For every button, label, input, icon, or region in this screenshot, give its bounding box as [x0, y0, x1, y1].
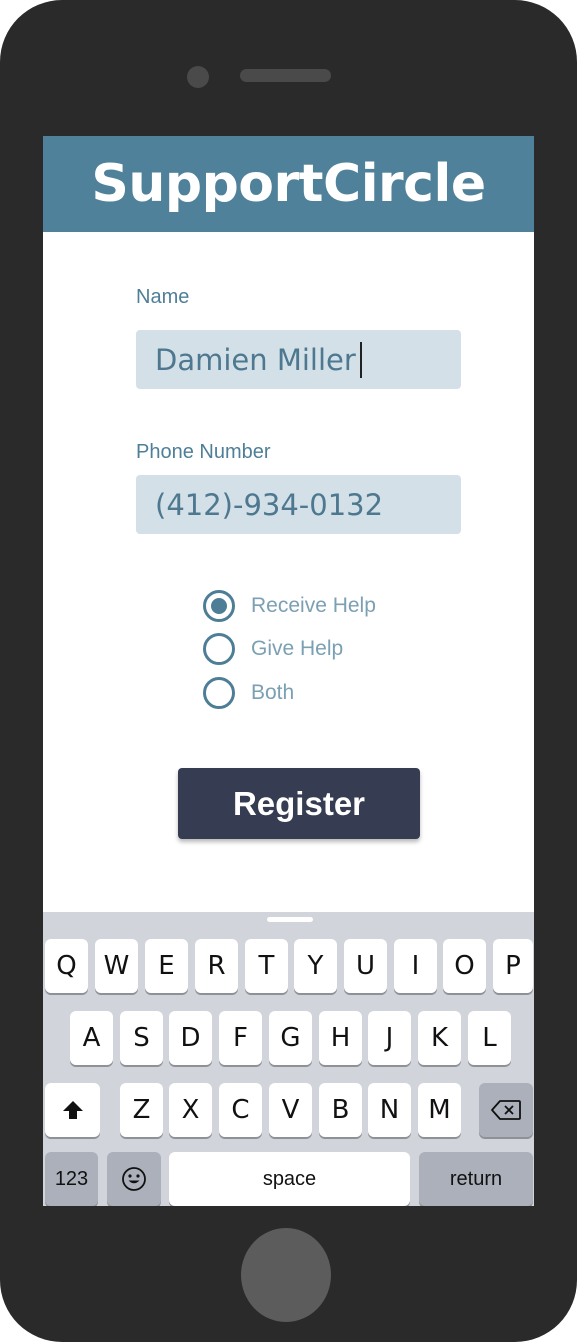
key-u[interactable]: U	[344, 939, 387, 993]
key-k[interactable]: K	[418, 1011, 461, 1065]
name-field[interactable]: Damien Miller	[136, 330, 461, 389]
key-v[interactable]: V	[269, 1083, 312, 1137]
phone-label: Phone Number	[136, 441, 271, 463]
radio-give-help[interactable]: Give Help	[203, 633, 343, 665]
radio-receive-help[interactable]: Receive Help	[203, 590, 376, 622]
key-i[interactable]: I	[394, 939, 437, 993]
radio-button[interactable]	[203, 633, 235, 665]
key-d[interactable]: D	[169, 1011, 212, 1065]
phone-frame: SupportCircle Name Damien Miller Phone N…	[0, 0, 577, 1342]
register-button[interactable]: Register	[178, 768, 420, 839]
key-h[interactable]: H	[319, 1011, 362, 1065]
home-button[interactable]	[241, 1228, 331, 1322]
app-title: SupportCircle	[91, 154, 486, 214]
radio-button[interactable]	[203, 677, 235, 709]
radio-label-receive-help: Receive Help	[251, 594, 376, 617]
emoji-key[interactable]	[107, 1152, 161, 1206]
numbers-key[interactable]: 123	[45, 1152, 98, 1206]
camera-icon	[187, 66, 209, 88]
backspace-icon	[491, 1100, 521, 1120]
emoji-icon	[122, 1167, 146, 1191]
radio-button-checked[interactable]	[203, 590, 235, 622]
phone-value: (412)-934-0132	[155, 487, 384, 522]
key-n[interactable]: N	[368, 1083, 411, 1137]
app-header: SupportCircle	[43, 136, 534, 232]
shift-key[interactable]	[45, 1083, 100, 1137]
key-s[interactable]: S	[120, 1011, 163, 1065]
radio-label-give-help: Give Help	[251, 637, 344, 660]
key-y[interactable]: Y	[294, 939, 337, 993]
key-m[interactable]: M	[418, 1083, 461, 1137]
space-key[interactable]: space	[169, 1152, 410, 1206]
key-r[interactable]: R	[195, 939, 238, 993]
key-t[interactable]: T	[245, 939, 288, 993]
key-p[interactable]: P	[493, 939, 533, 993]
key-f[interactable]: F	[219, 1011, 262, 1065]
phone-field[interactable]: (412)-934-0132	[136, 475, 461, 534]
key-z[interactable]: Z	[120, 1083, 163, 1137]
key-x[interactable]: X	[169, 1083, 212, 1137]
key-j[interactable]: J	[368, 1011, 411, 1065]
speaker-grille	[240, 69, 331, 82]
key-q[interactable]: Q	[45, 939, 88, 993]
name-value: Damien Miller	[155, 342, 356, 377]
key-l[interactable]: L	[468, 1011, 511, 1065]
return-key[interactable]: return	[419, 1152, 533, 1206]
key-w[interactable]: W	[95, 939, 138, 993]
text-cursor	[359, 341, 362, 378]
keyboard: Q W E R T Y U I O P A S D F G H J K L Z …	[43, 912, 534, 1206]
key-c[interactable]: C	[219, 1083, 262, 1137]
key-o[interactable]: O	[443, 939, 486, 993]
key-e[interactable]: E	[145, 939, 188, 993]
keyboard-handle[interactable]	[267, 917, 313, 922]
backspace-key[interactable]	[479, 1083, 533, 1137]
name-label: Name	[136, 286, 190, 308]
radio-label-both: Both	[251, 681, 295, 704]
key-a[interactable]: A	[70, 1011, 113, 1065]
key-b[interactable]: B	[319, 1083, 362, 1137]
shift-icon	[62, 1101, 83, 1119]
screen: SupportCircle Name Damien Miller Phone N…	[43, 136, 534, 1206]
radio-both[interactable]: Both	[203, 677, 294, 709]
key-g[interactable]: G	[269, 1011, 312, 1065]
